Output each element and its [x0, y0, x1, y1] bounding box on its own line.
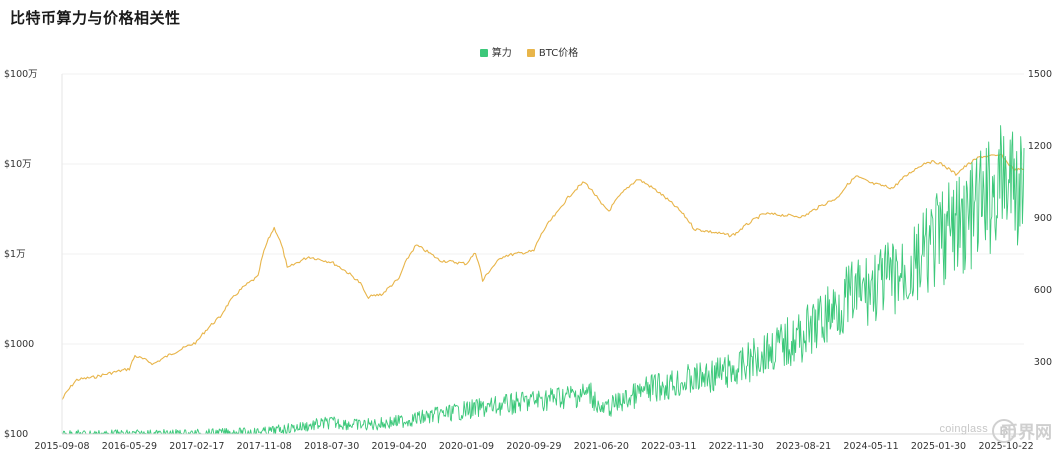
x-axis-tick-label: 2022-03-11 — [641, 441, 696, 452]
x-axis-tick-label: 2017-02-17 — [169, 441, 224, 452]
left-axis-tick-label: $1万 — [4, 249, 26, 260]
watermark-coinglass: coinglass — [939, 423, 988, 435]
x-axis-tick-label: 2021-06-20 — [574, 441, 629, 452]
right-axis-tick-label: 300 — [1034, 357, 1052, 368]
right-axis-tick-label: 900 — [1034, 213, 1052, 224]
right-axis-tick-label: 600 — [1034, 285, 1052, 296]
series-line-price — [61, 153, 1024, 401]
x-axis-tick-label: 2025-01-30 — [911, 441, 966, 452]
right-axis-tick-label: 1200 — [1028, 141, 1052, 152]
x-axis-tick-label: 2022-11-30 — [709, 441, 764, 452]
right-axis-tick-label: 1500 — [1028, 69, 1052, 80]
x-axis-tick-label: 2020-09-29 — [506, 441, 561, 452]
left-axis-tick-label: $100 — [4, 429, 28, 440]
x-axis-tick-label: 2023-08-21 — [776, 441, 831, 452]
x-axis-tick-label: 2020-01-09 — [439, 441, 494, 452]
x-axis-tick-label: 2016-05-29 — [102, 441, 157, 452]
x-axis-tick-label: 2024-05-11 — [843, 441, 898, 452]
left-axis-tick-label: $100万 — [4, 69, 38, 80]
x-axis-tick-label: 2015-09-08 — [34, 441, 89, 452]
watermark-site: 币界网 — [1001, 423, 1052, 442]
series-lines — [61, 125, 1025, 435]
left-axis-tick-label: $1000 — [4, 339, 34, 350]
chart-plot: $100 $1000 $1万 $10万 $100万 300 600 900 1200 1500 20… — [4, 69, 1052, 452]
series-line-hashrate — [61, 125, 1025, 435]
x-axis-tick-label: 2017-11-08 — [237, 441, 292, 452]
left-axis-tick-label: $10万 — [4, 159, 32, 170]
x-axis-tick-label: 2019-04-20 — [371, 441, 426, 452]
axes: $100 $1000 $1万 $10万 $100万 300 600 900 1200 1500 20… — [4, 69, 1052, 452]
x-axis-tick-label: 2018-07-30 — [304, 441, 359, 452]
